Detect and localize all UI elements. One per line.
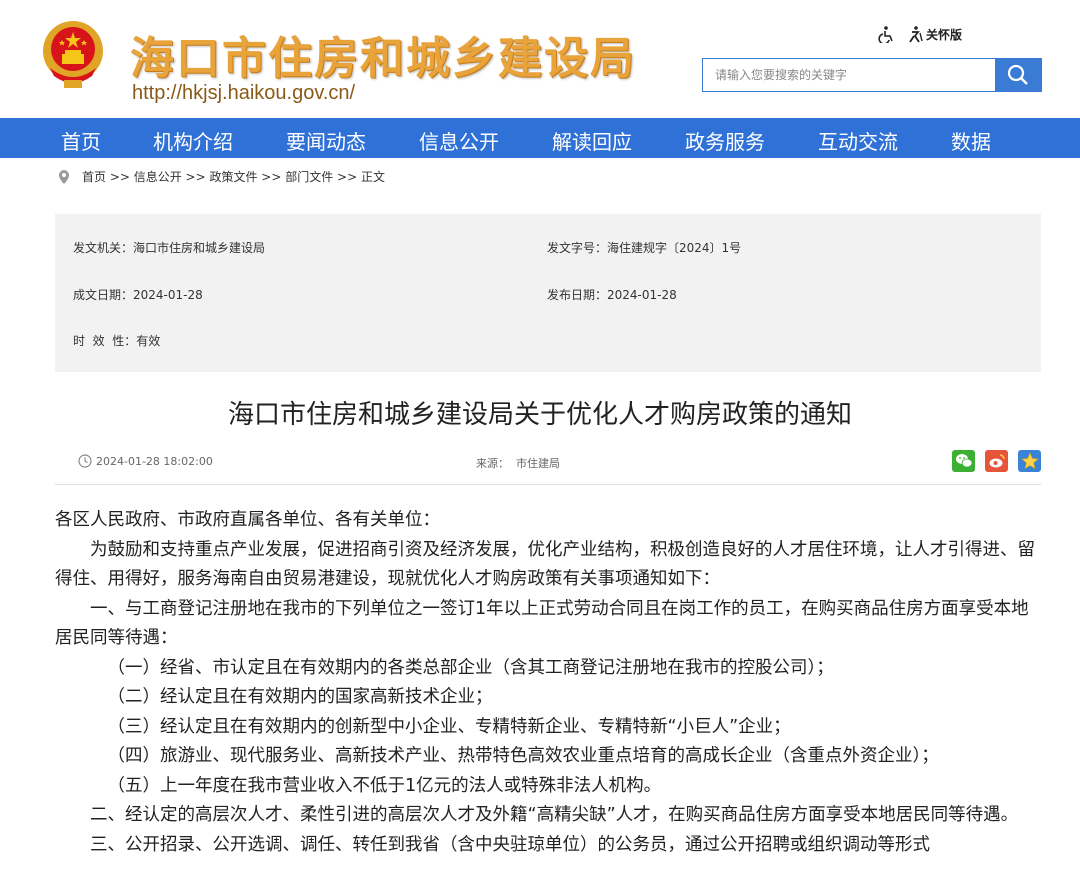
weibo-icon <box>989 454 1005 468</box>
share-buttons <box>952 450 1041 472</box>
nav-item-about[interactable]: 机构介绍 <box>153 126 233 155</box>
site-title: 海口市住房和城乡建设局 <box>130 33 636 84</box>
breadcrumb: 首页 >> 信息公开 >> 政策文件 >> 部门文件 >> 正文 <box>58 168 385 185</box>
article-salutation: 各区人民政府、市政府直属各单位、各有关单位： <box>55 510 440 530</box>
search-input[interactable] <box>703 59 995 91</box>
article-list-item: （二）经认定且在有效期内的国家高新技术企业； <box>107 687 493 707</box>
care-mode-button[interactable]: 关怀版 <box>906 25 962 43</box>
nav-item-interpretation[interactable]: 解读回应 <box>552 126 632 155</box>
accessibility-tools: 关怀版 <box>876 24 962 44</box>
nav-item-interaction[interactable]: 互动交流 <box>818 126 898 155</box>
article-divider <box>55 484 1041 485</box>
nav-item-services[interactable]: 政务服务 <box>685 126 765 155</box>
meta-issuer: 发文机关：海口市住房和城乡建设局 <box>73 241 266 255</box>
article-paragraph: 三、公开招录、公开选调、调任、转任到我省（含中央驻琼单位）的公务员，通过公开招聘… <box>90 834 930 855</box>
search-icon <box>1007 64 1028 85</box>
clock-icon <box>78 454 92 468</box>
article-body: 各区人民政府、市政府直属各单位、各有关单位： 为鼓励和支持重点产业发展，促进招商… <box>55 506 1045 860</box>
meta-validity: 时 效 性：有效 <box>73 334 161 348</box>
article-paragraph: 一、与工商登记注册地在我市的下列单位之一签订1年以上正式劳动合同且在岗工作的员工… <box>55 598 1029 649</box>
meta-made-date: 成文日期：2024-01-28 <box>73 288 203 302</box>
search-button[interactable] <box>995 59 1041 91</box>
star-icon <box>1020 452 1039 470</box>
accessibility-wheelchair-icon[interactable] <box>876 24 896 44</box>
article-list-item: （四）旅游业、现代服务业、高新技术产业、热带特色高效农业重点培育的高成长企业（含… <box>107 746 939 766</box>
article-paragraph: 为鼓励和支持重点产业发展，促进招商引资及经济发展，优化产业结构，积极创造良好的人… <box>55 539 1035 590</box>
share-weibo-button[interactable] <box>985 450 1008 472</box>
nav-item-data[interactable]: 数据 <box>951 126 991 155</box>
document-meta: 发文机关：海口市住房和城乡建设局 发文字号：海住建规字〔2024〕1号 成文日期… <box>55 214 1041 372</box>
nav-item-disclosure[interactable]: 信息公开 <box>419 126 499 155</box>
nav-item-home[interactable]: 首页 <box>61 126 101 155</box>
article-source: 来源： 市住建局 <box>476 457 560 470</box>
meta-doc-number: 发文字号：海住建规字〔2024〕1号 <box>547 241 742 255</box>
care-mode-label: 关怀版 <box>926 27 963 42</box>
article-title: 海口市住房和城乡建设局关于优化人才购房政策的通知 <box>227 400 852 430</box>
meta-publish-date: 发布日期：2024-01-28 <box>547 288 677 302</box>
share-wechat-button[interactable] <box>952 450 975 472</box>
national-emblem-icon <box>43 21 103 88</box>
site-header: 海口市住房和城乡建设局 http://hkjsj.haikou.gov.cn/ … <box>0 0 1080 118</box>
article-paragraph: 二、经认定的高层次人才、柔性引进的高层次人才及外籍“高精尖缺”人才，在购买商品住… <box>90 805 1019 825</box>
search-bar <box>702 58 1042 92</box>
article-list-item: （一）经省、市认定且在有效期内的各类总部企业（含其工商登记注册地在我市的控股公司… <box>107 657 834 678</box>
article-datetime-text: 2024-01-28 18:02:00 <box>96 454 213 468</box>
article-list-item: （三）经认定且在有效期内的创新型中小企业、专精特新企业、专精特新“小巨人”企业； <box>107 716 791 737</box>
care-mode-icon <box>909 26 923 43</box>
breadcrumb-text[interactable]: 首页 >> 信息公开 >> 政策文件 >> 部门文件 >> 正文 <box>82 168 385 185</box>
main-nav: 首页 机构介绍 要闻动态 信息公开 解读回应 政务服务 互动交流 数据 <box>0 118 1080 158</box>
site-url[interactable]: http://hkjsj.haikou.gov.cn/ <box>132 82 355 105</box>
wechat-icon <box>955 454 972 468</box>
location-pin-icon <box>59 169 69 184</box>
article-datetime: 2024-01-28 18:02:00 <box>78 454 213 468</box>
article-list-item: （五）上一年度在我市营业收入不低于1亿元的法人或特殊非法人机构。 <box>107 775 662 796</box>
share-favorite-button[interactable] <box>1018 450 1041 472</box>
nav-item-news[interactable]: 要闻动态 <box>286 126 366 155</box>
